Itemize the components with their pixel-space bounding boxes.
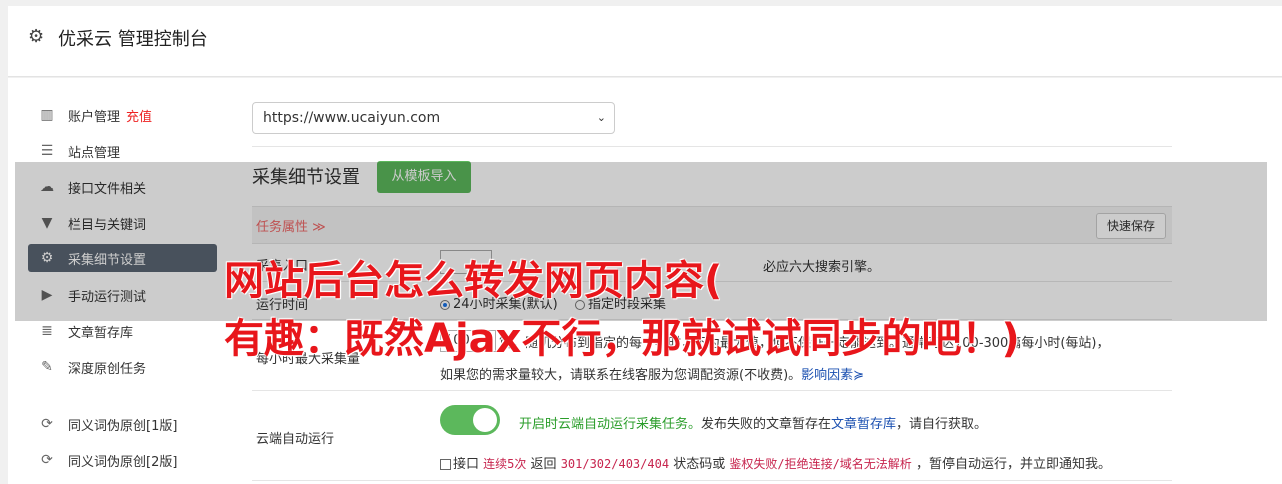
- max-description-2: 如果您的需求量较大，请联系在线客服为您调配资源(不收费)。影响因素≽: [440, 364, 864, 383]
- overlay-headline-line2: 有趣：既然Ajax不行，那就试试同步的吧！): [224, 316, 1020, 362]
- sidebar-item-deep-original[interactable]: ✎ 深度原创任务: [28, 353, 217, 381]
- cloud-description: 开启时云端自动运行采集任务。发布失败的文章暂存在文章暂存库，请自行获取。: [519, 413, 987, 432]
- cloud-auto-run-toggle[interactable]: [440, 405, 500, 435]
- sidebar-item-article-store[interactable]: ≣ 文章暂存库: [28, 317, 217, 345]
- sidebar-item-label: 同义词伪原创[1版]: [68, 418, 178, 434]
- article-store-link[interactable]: 文章暂存库: [831, 417, 896, 432]
- cb-code: 连续5次: [483, 457, 527, 471]
- cb-code: 鉴权失败/拒绝连接/域名无法解析: [729, 457, 912, 471]
- refresh-icon: ⟳: [41, 452, 53, 468]
- chevron-double-down-icon: ≽: [853, 368, 865, 383]
- sidebar-item-label: 文章暂存库: [68, 325, 134, 341]
- recharge-link[interactable]: 充值: [126, 106, 152, 125]
- page-title: 优采云 管理控制台: [58, 29, 208, 50]
- server-icon: ☰: [40, 143, 54, 159]
- cb-text: ，暂停自动运行，并立即通知我。: [915, 457, 1111, 472]
- edit-icon: ✎: [41, 359, 53, 375]
- sidebar-item-label: 同义词伪原创[2版]: [68, 454, 178, 470]
- cloud-desc-text-2: ，请自行获取。: [896, 417, 988, 432]
- sidebar-item-account[interactable]: ▥ 账户管理 充值: [28, 101, 217, 129]
- site-select[interactable]: https://www.ucaiyun.com ⌄: [252, 102, 615, 134]
- sidebar-item-sites[interactable]: ☰ 站点管理: [28, 137, 217, 165]
- cb-text: 状态码或: [673, 457, 726, 472]
- checkbox-icon[interactable]: [440, 459, 451, 470]
- cb-text: 返回: [530, 457, 557, 472]
- cb-code: 301/302/403/404: [560, 457, 670, 471]
- cb-text: 接口: [453, 457, 480, 472]
- chevron-down-icon: ⌄: [596, 111, 606, 124]
- sidebar-item-synonym-v1[interactable]: ⟳ 同义词伪原创[1版]: [28, 410, 217, 438]
- database-icon: ≣: [41, 323, 53, 339]
- sidebar-item-synonym-v2[interactable]: ⟳ 同义词伪原创[2版]: [28, 446, 217, 474]
- app-header: ⚙ 优采云 管理控制台: [8, 6, 1282, 77]
- row-label-cloud: 云端自动运行: [256, 432, 335, 447]
- bar-chart-icon: ▥: [40, 107, 54, 123]
- divider: [252, 146, 1172, 147]
- gear-icon: ⚙: [28, 26, 45, 47]
- sidebar-item-label: 深度原创任务: [68, 361, 147, 377]
- factors-link[interactable]: 影响因素: [801, 368, 853, 383]
- max-note: 如果您的需求量较大，请联系在线客服为您调配资源(不收费)。: [440, 368, 802, 383]
- overlay-headline-line1: 网站后台怎么转发网页内容(: [224, 258, 723, 304]
- divider: [252, 480, 1172, 481]
- cloud-desc-text: 发布失败的文章暂存在: [701, 417, 832, 432]
- divider: [252, 390, 1172, 391]
- sidebar-item-label: 站点管理: [68, 145, 121, 161]
- sidebar-item-label: 账户管理: [68, 109, 121, 125]
- site-select-value: https://www.ucaiyun.com: [263, 110, 441, 126]
- auto-pause-option[interactable]: 接口 连续5次 返回 301/302/403/404 状态码或 鉴权失败/拒绝连…: [440, 453, 1111, 472]
- refresh-icon: ⟳: [41, 416, 53, 432]
- cloud-desc-highlight: 开启时云端自动运行采集任务。: [519, 417, 702, 432]
